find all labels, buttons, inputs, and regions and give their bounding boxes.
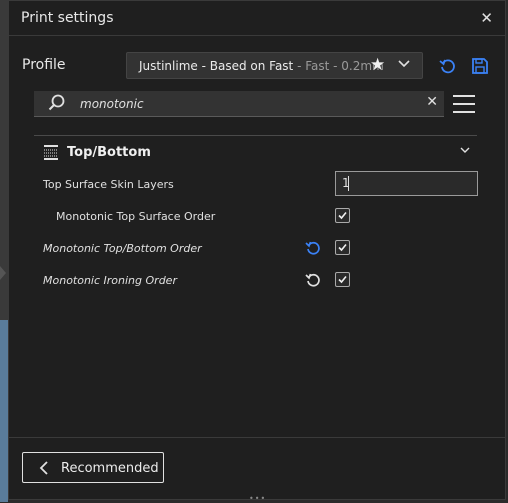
collapse-arrow-icon bbox=[0, 266, 6, 280]
title-bar: Print settings ✕ bbox=[9, 1, 505, 36]
recommended-label: Recommended bbox=[61, 461, 159, 476]
search-field[interactable]: monotonic ✕ bbox=[34, 91, 444, 117]
monotonic-top-bottom-order-checkbox[interactable] bbox=[335, 240, 350, 255]
profile-label: Profile bbox=[22, 57, 66, 73]
recommended-button[interactable]: Recommended bbox=[22, 452, 164, 483]
background-window-strip bbox=[0, 0, 8, 502]
category-title: Top/Bottom bbox=[67, 145, 151, 160]
save-icon[interactable] bbox=[471, 57, 489, 75]
chevron-down-icon[interactable] bbox=[459, 144, 471, 156]
monotonic-top-surface-order-checkbox[interactable] bbox=[335, 208, 350, 223]
search-icon bbox=[48, 94, 65, 111]
reset-setting-icon[interactable] bbox=[305, 272, 321, 288]
text-cursor bbox=[348, 176, 349, 191]
monotonic-ironing-order-checkbox[interactable] bbox=[335, 272, 350, 287]
profile-dropdown[interactable]: Justinlime - Based on Fast - Fast - 0.2m… bbox=[126, 52, 423, 79]
top-surface-skin-layers-input[interactable]: 1 bbox=[335, 171, 478, 196]
search-input[interactable]: monotonic bbox=[80, 97, 144, 111]
chevron-down-icon[interactable] bbox=[397, 57, 411, 71]
background-viewport bbox=[0, 320, 8, 502]
setting-label-monotonic-ironing-order: Monotonic Ironing Order bbox=[43, 274, 177, 287]
panel-title: Print settings bbox=[21, 10, 114, 26]
check-icon bbox=[338, 243, 347, 252]
print-settings-panel: Print settings ✕ Profile Justinlime - Ba… bbox=[8, 0, 506, 503]
section-divider bbox=[34, 135, 477, 136]
reset-profile-icon[interactable] bbox=[439, 57, 457, 75]
close-icon[interactable]: ✕ bbox=[480, 9, 493, 27]
setting-label-monotonic-top-bottom-order: Monotonic Top/Bottom Order bbox=[43, 242, 202, 255]
footer-divider bbox=[9, 437, 505, 438]
star-icon[interactable]: ★ bbox=[370, 55, 385, 75]
setting-label-top-surface-skin-layers: Top Surface Skin Layers bbox=[43, 178, 174, 191]
check-icon bbox=[338, 211, 347, 220]
chevron-left-icon bbox=[39, 461, 48, 475]
clear-search-icon[interactable]: ✕ bbox=[426, 94, 438, 110]
profile-name: Justinlime - Based on Fast - Fast - 0.2m… bbox=[139, 59, 384, 73]
top-bottom-icon bbox=[44, 145, 58, 160]
reset-setting-icon[interactable] bbox=[305, 240, 321, 256]
settings-menu-icon[interactable] bbox=[453, 95, 475, 115]
setting-label-monotonic-top-surface-order: Monotonic Top Surface Order bbox=[56, 210, 216, 223]
check-icon bbox=[338, 275, 347, 284]
